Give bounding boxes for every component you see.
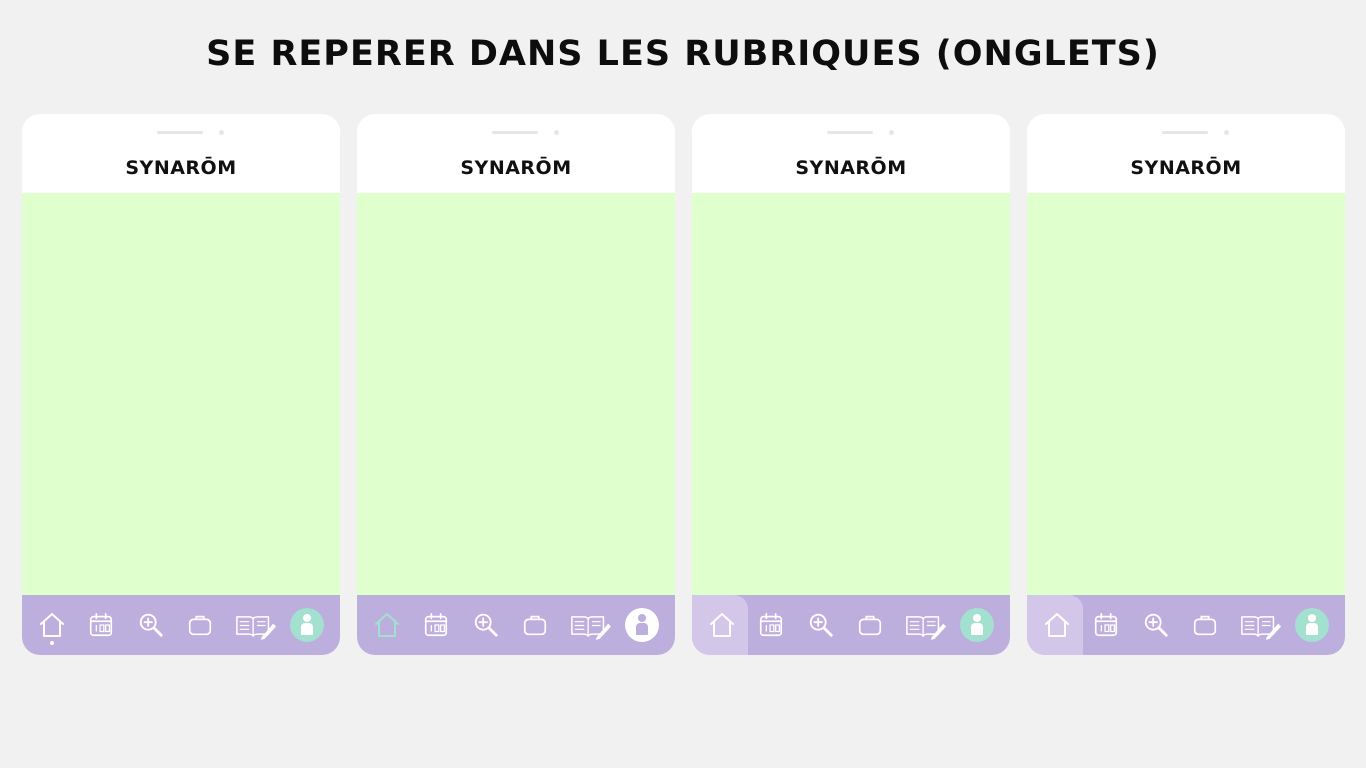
tab-search[interactable] [468, 607, 504, 643]
tab-briefcase[interactable] [517, 607, 553, 643]
home-icon [372, 610, 402, 640]
tab-calendar[interactable] [753, 607, 789, 643]
tab-profile[interactable] [1294, 607, 1330, 643]
phone-camera [889, 130, 894, 135]
app-brand: SYNARŌM [460, 157, 572, 179]
calendar-icon [1092, 611, 1120, 639]
tab-calendar[interactable] [83, 607, 119, 643]
screen-content-area [692, 193, 1010, 595]
tab-profile[interactable] [624, 607, 660, 643]
home-icon [707, 610, 737, 640]
phone-mockup-4: SYNARŌM [1027, 114, 1345, 655]
tab-profile[interactable] [289, 607, 325, 643]
search-icon [1142, 611, 1170, 639]
tab-search[interactable] [1138, 607, 1174, 643]
calendar-icon [87, 611, 115, 639]
tab-notebook[interactable] [903, 607, 949, 643]
screen-content-area [1027, 193, 1345, 595]
phone-camera [554, 130, 559, 135]
tab-notebook[interactable] [233, 607, 279, 643]
phone-camera [1224, 130, 1229, 135]
briefcase-icon [521, 611, 549, 639]
tab-home[interactable] [704, 607, 740, 643]
search-icon [807, 611, 835, 639]
phone-mockup-3: SYNARŌM [692, 114, 1010, 655]
home-icon [37, 610, 67, 640]
tab-calendar[interactable] [1088, 607, 1124, 643]
notebook-icon [904, 611, 948, 640]
home-icon [1042, 610, 1072, 640]
tab-bar [357, 595, 675, 655]
tab-briefcase[interactable] [1187, 607, 1223, 643]
phone-speaker [827, 131, 873, 134]
search-icon [137, 611, 165, 639]
tab-bar [692, 595, 1010, 655]
app-brand: SYNARŌM [795, 157, 907, 179]
app-brand: SYNARŌM [1130, 157, 1242, 179]
search-icon [472, 611, 500, 639]
profile-icon [625, 608, 659, 642]
profile-icon [1295, 608, 1329, 642]
profile-icon [960, 608, 994, 642]
tab-search[interactable] [803, 607, 839, 643]
screen-content-area [22, 193, 340, 595]
profile-icon [290, 608, 324, 642]
phone-speaker [492, 131, 538, 134]
phone-speaker [157, 131, 203, 134]
tab-home[interactable] [34, 607, 70, 643]
tab-calendar[interactable] [418, 607, 454, 643]
active-tab-indicator [50, 641, 54, 645]
briefcase-icon [186, 611, 214, 639]
tab-notebook[interactable] [568, 607, 614, 643]
tab-notebook[interactable] [1238, 607, 1284, 643]
screen-content-area [357, 193, 675, 595]
phone-camera [219, 130, 224, 135]
tab-search[interactable] [133, 607, 169, 643]
tab-profile[interactable] [959, 607, 995, 643]
phone-mockup-1: SYNARŌM [22, 114, 340, 655]
phone-mockup-2: SYNARŌM [357, 114, 675, 655]
tab-bar [22, 595, 340, 655]
briefcase-icon [856, 611, 884, 639]
page-title: SE REPERER DANS LES RUBRIQUES (ONGLETS) [206, 34, 1160, 74]
notebook-icon [234, 611, 278, 640]
calendar-icon [422, 611, 450, 639]
briefcase-icon [1191, 611, 1219, 639]
notebook-icon [569, 611, 613, 640]
tab-home[interactable] [1039, 607, 1075, 643]
notebook-icon [1239, 611, 1283, 640]
tab-home[interactable] [369, 607, 405, 643]
tab-briefcase[interactable] [182, 607, 218, 643]
app-brand: SYNARŌM [125, 157, 237, 179]
tab-briefcase[interactable] [852, 607, 888, 643]
phone-speaker [1162, 131, 1208, 134]
tab-bar [1027, 595, 1345, 655]
calendar-icon [757, 611, 785, 639]
